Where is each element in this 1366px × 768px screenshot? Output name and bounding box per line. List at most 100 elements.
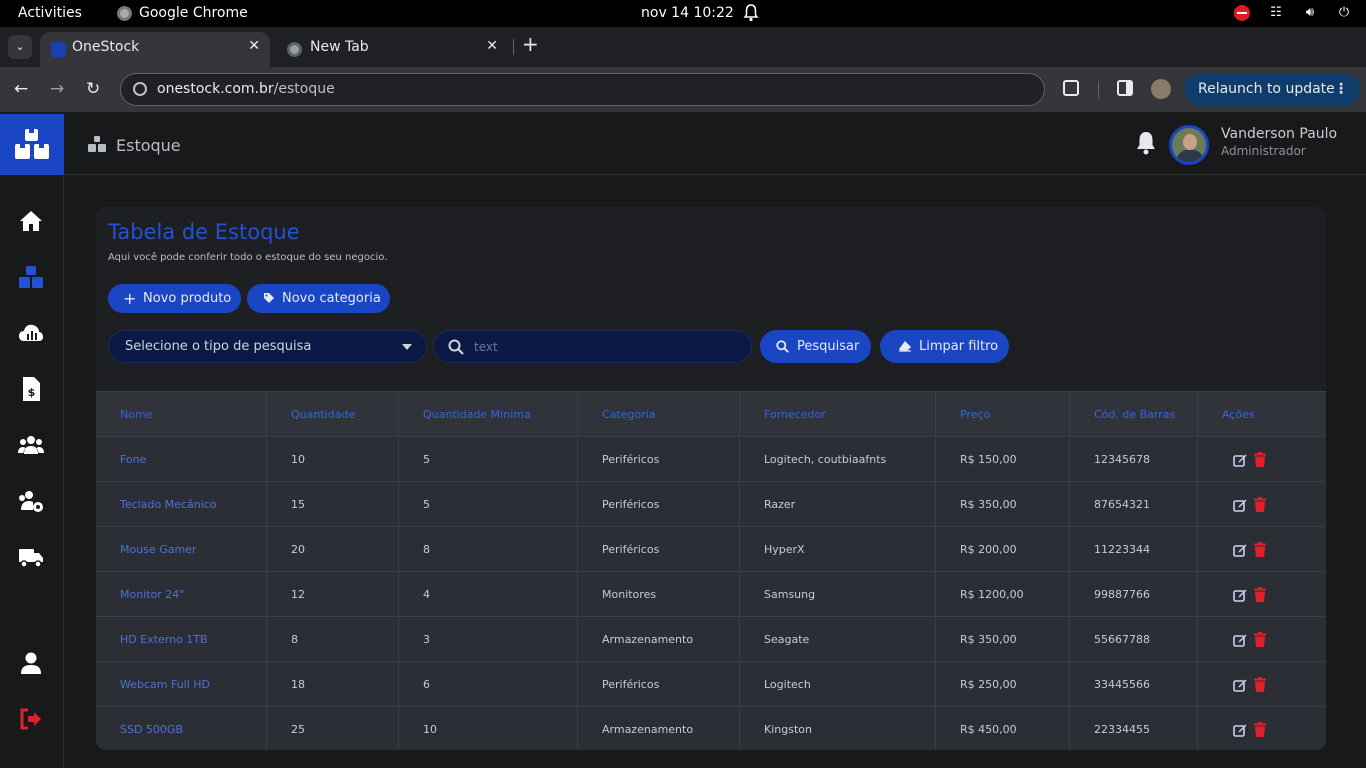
cell-product-name[interactable]: Webcam Full HD [96,662,267,707]
column-header[interactable]: Quantidade [267,392,399,437]
new-tab-plus-icon[interactable]: + [522,33,539,55]
search-input[interactable] [474,337,734,357]
page-breadcrumb: Estoque [116,136,181,155]
close-tab-icon[interactable]: ✕ [248,38,260,54]
sidebar-item-usuarios[interactable] [18,488,44,514]
table-row: Mouse Gamer 20 8 Periféricos HyperX R$ 200,00… [96,526,1326,572]
cell-price: R$ 450,00 [936,707,1070,750]
tab-new-tab[interactable]: New Tab ✕ [278,32,508,67]
cell-min-quantity: 3 [399,617,578,662]
cell-barcode: 55667788 [1070,617,1198,662]
table-row: Webcam Full HD 18 6 Periféricos Logitech R$ 2… [96,661,1326,707]
edit-icon[interactable] [1233,633,1247,647]
avatar-body [1177,150,1203,162]
column-header[interactable]: Quantidade Minima [399,392,578,437]
boxes-logo-icon [15,129,49,159]
trash-icon[interactable] [1254,452,1266,467]
forward-arrow-icon[interactable]: → [50,79,64,99]
cell-product-name[interactable]: HD Externo 1TB [96,617,267,662]
table-row: Monitor 24" 12 4 Monitores Samsung R$ 1200,00… [96,571,1326,617]
trash-icon[interactable] [1254,497,1266,512]
edit-icon[interactable] [1233,678,1247,692]
user-avatar[interactable] [1169,125,1209,165]
tab-label: New Tab [310,39,369,55]
column-header[interactable]: Categoria [578,392,740,437]
cell-product-name[interactable]: Monitor 24" [96,572,267,617]
sidebar-item-financeiro[interactable]: $ [18,376,44,402]
search-button-label: Pesquisar [797,339,860,354]
relaunch-button[interactable]: Relaunch to update ⋮ [1184,73,1360,106]
edit-icon[interactable] [1233,543,1247,557]
table-row: HD Externo 1TB 8 3 Armazenamento Seagate R$ 3… [96,616,1326,662]
cell-product-name[interactable]: SSD 500GB [96,707,267,750]
trash-icon[interactable] [1254,542,1266,557]
cell-product-name[interactable]: Fone [96,437,267,482]
new-category-button[interactable]: Novo categoria [247,284,390,313]
cell-barcode: 87654321 [1070,482,1198,527]
trash-icon[interactable] [1254,677,1266,692]
cell-product-name[interactable]: Mouse Gamer [96,527,267,572]
cell-category: Periféricos [578,437,740,482]
network-icon[interactable]: ☷ [1268,5,1284,21]
clear-filter-button[interactable]: Limpar filtro [880,330,1009,363]
notification-bell-icon[interactable] [743,4,759,22]
cell-quantity: 18 [267,662,399,707]
cell-barcode: 22334455 [1070,707,1198,750]
sidebar-item-estoque[interactable] [18,264,44,290]
sidebar-item-home[interactable] [18,208,44,234]
edit-icon[interactable] [1233,723,1247,737]
clock[interactable]: nov 14 10:22 [641,5,734,21]
url-text[interactable]: onestock.com.br/estoque [157,81,335,97]
app-header: Estoque Vanderson Paulo Administrador [64,114,1366,175]
sidebar-item-dashboard[interactable] [18,320,44,346]
column-header[interactable]: Nome [96,392,267,437]
column-header[interactable]: Cód. de Barras [1070,392,1198,437]
app-menu[interactable]: Google Chrome [117,5,248,21]
cell-quantity: 15 [267,482,399,527]
user-role: Administrador [1221,144,1306,158]
address-bar[interactable]: onestock.com.br/estoque [120,73,1045,106]
browser-profile-avatar[interactable] [1151,79,1171,99]
logo[interactable] [0,114,64,175]
sidebar-item-fornecedores[interactable] [18,544,44,570]
volume-icon[interactable]: 🔊︎ [1302,5,1318,21]
reload-icon[interactable]: ↻ [86,79,100,99]
column-header[interactable]: Preço [936,392,1070,437]
side-panel-icon[interactable] [1117,80,1133,96]
power-icon[interactable]: ⏻ [1336,5,1352,21]
cell-min-quantity: 4 [399,572,578,617]
column-header[interactable]: Fornecedor [740,392,936,437]
notification-bell-icon[interactable] [1135,131,1157,155]
edit-icon[interactable] [1233,588,1247,602]
cell-supplier: Kingston [740,707,936,750]
cell-product-name[interactable]: Teclado Mecânico [96,482,267,527]
extensions-icon[interactable] [1063,80,1079,96]
trash-icon[interactable] [1254,722,1266,737]
edit-icon[interactable] [1233,453,1247,467]
sidebar-item-logout[interactable] [18,706,44,732]
activities-button[interactable]: Activities [18,5,82,21]
close-tab-icon[interactable]: ✕ [486,38,498,54]
site-info-icon[interactable] [133,82,147,96]
system-tray[interactable]: ☷ 🔊︎ ⏻ [1234,5,1352,21]
table-row: Fone 10 5 Periféricos Logitech, coutbiaafnts… [96,436,1326,482]
cell-price: R$ 1200,00 [936,572,1070,617]
trash-icon[interactable] [1254,632,1266,647]
sidebar-item-perfil[interactable] [18,650,44,676]
cell-min-quantity: 5 [399,437,578,482]
app-sidebar: $ [0,114,64,768]
search-button[interactable]: Pesquisar [760,330,871,363]
back-arrow-icon[interactable]: ← [14,79,28,99]
do-not-disturb-icon[interactable] [1234,5,1250,21]
edit-icon[interactable] [1233,498,1247,512]
tab-search-chevron-icon[interactable]: ⌄ [8,35,32,59]
search-type-select[interactable]: Selecione o tipo de pesquisa [108,330,427,363]
sidebar-item-clientes[interactable] [18,432,44,458]
cell-actions [1198,662,1326,707]
more-menu-icon[interactable]: ⋮ [1334,73,1348,106]
tab-onestock[interactable]: OneStock ✕ [40,32,270,67]
new-product-button[interactable]: + Novo produto [108,284,241,313]
trash-icon[interactable] [1254,587,1266,602]
search-field[interactable] [433,330,752,363]
cell-category: Armazenamento [578,707,740,750]
